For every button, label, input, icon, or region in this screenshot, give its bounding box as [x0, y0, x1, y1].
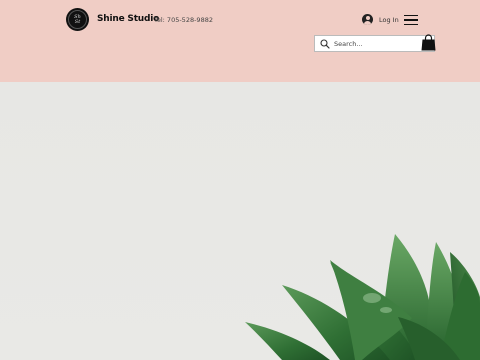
- succulent-plant-image: [245, 234, 480, 360]
- logo-script: Sh St: [74, 13, 81, 25]
- site-header: Sh St Shine Studio Tel: 705-528-9882 Log …: [0, 0, 480, 82]
- search-bar: [314, 35, 435, 52]
- account-icon: [362, 14, 373, 25]
- login-button[interactable]: Log In: [362, 14, 399, 25]
- shopping-bag-icon[interactable]: [421, 34, 436, 51]
- hero-image: [0, 82, 480, 360]
- logo[interactable]: Sh St: [66, 8, 89, 31]
- login-label: Log In: [379, 15, 399, 24]
- search-input[interactable]: [331, 36, 430, 51]
- search-icon[interactable]: [319, 38, 331, 50]
- brand-name[interactable]: Shine Studio: [97, 14, 159, 24]
- hamburger-menu-icon[interactable]: [404, 15, 418, 25]
- phone-number: Tel: 705-528-9882: [154, 16, 213, 24]
- logo-ring: Sh St: [68, 10, 87, 29]
